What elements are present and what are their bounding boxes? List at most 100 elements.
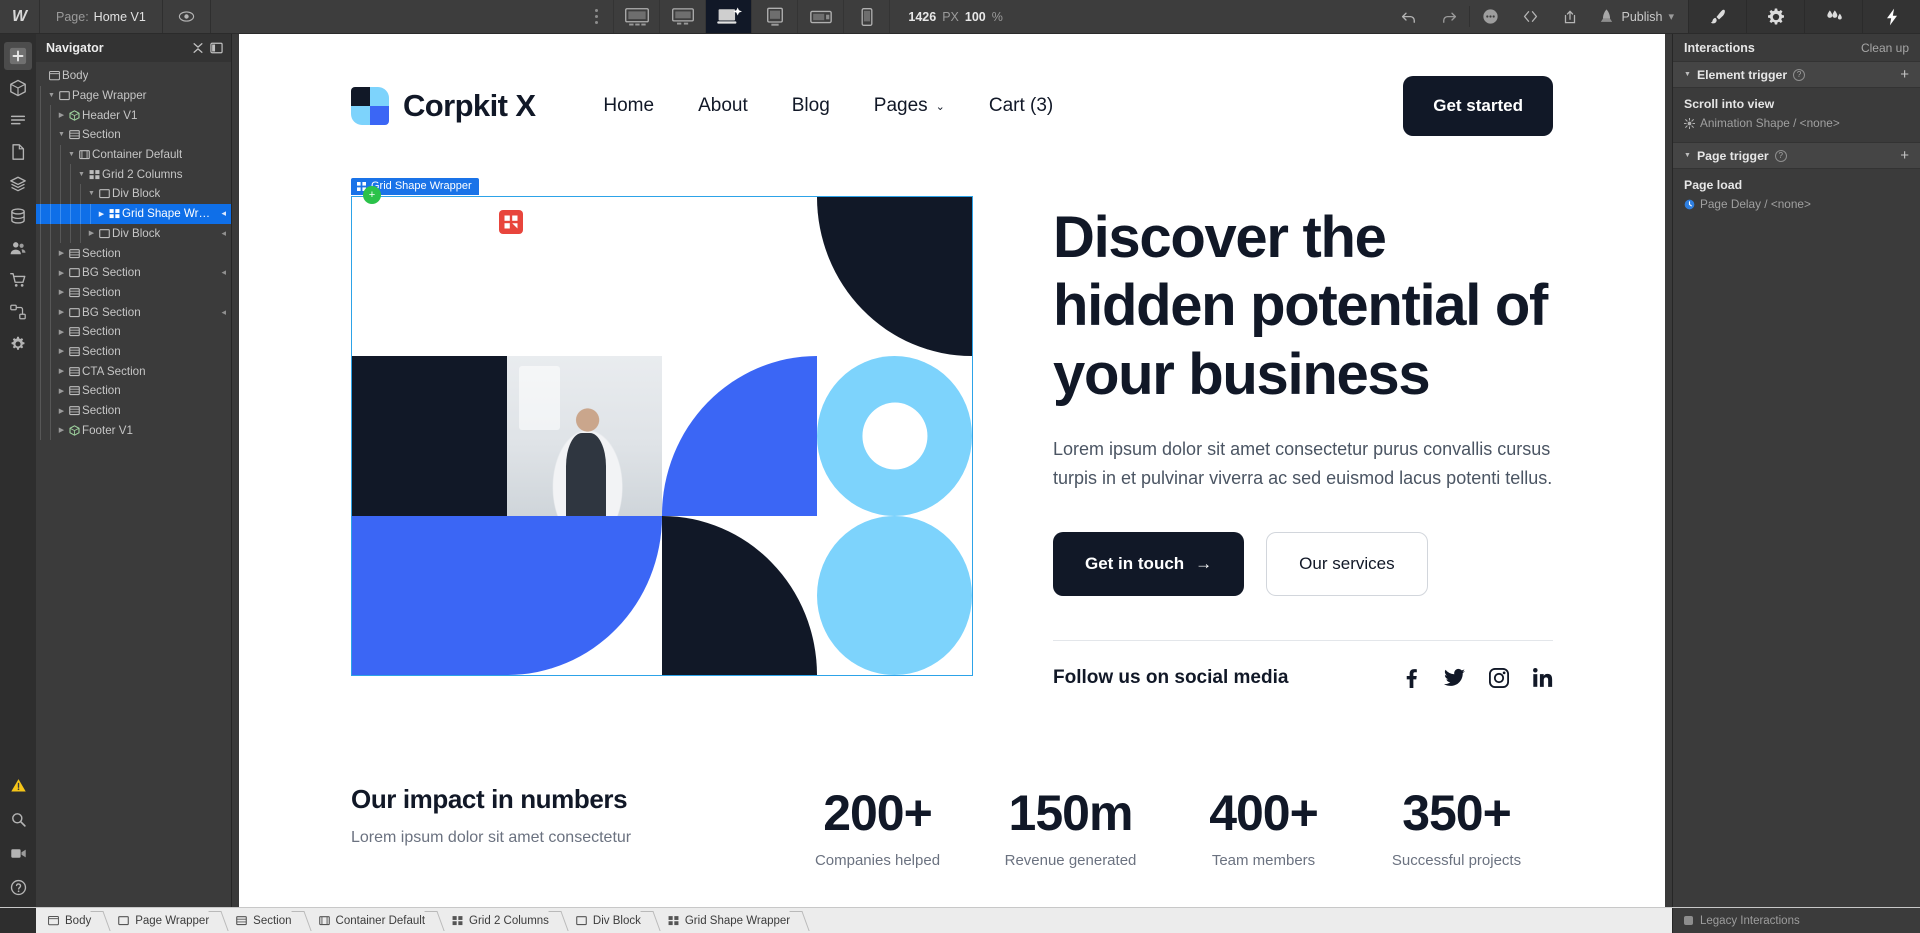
help-icon[interactable] — [4, 873, 32, 901]
components-icon[interactable] — [4, 74, 32, 102]
redo-button[interactable] — [1429, 0, 1469, 33]
navigator-tree-item[interactable]: ▶ BG Section ◂ — [36, 302, 231, 322]
navigator-tree-item[interactable]: ▼ Container Default — [36, 144, 231, 165]
share-button[interactable] — [1550, 0, 1590, 33]
users-icon[interactable] — [4, 234, 32, 262]
clean-up-button[interactable]: Clean up — [1861, 41, 1909, 55]
pages-icon[interactable] — [4, 138, 32, 166]
viewport-size-display[interactable]: 1426 PX 100 % — [889, 0, 1020, 33]
nav-link-about[interactable]: About — [698, 95, 748, 117]
element-trigger-item[interactable]: Scroll into view Animation Shape / <none… — [1673, 88, 1920, 142]
nav-link-blog[interactable]: Blog — [792, 95, 830, 117]
ecommerce-icon[interactable] — [4, 266, 32, 294]
navigator-tree-item[interactable]: ▶ Div Block ◂ — [36, 223, 231, 244]
page-trigger-section-header[interactable]: ▼ Page trigger ? + — [1673, 142, 1920, 169]
search-icon[interactable] — [4, 805, 32, 833]
question-icon[interactable]: ? — [1774, 149, 1787, 162]
device-desktop-main-button[interactable] — [705, 0, 752, 33]
video-tutorial-icon[interactable] — [4, 839, 32, 867]
navigator-tree-item[interactable]: Body — [36, 66, 231, 86]
tree-caret-icon[interactable]: ▶ — [56, 387, 67, 395]
device-desktop-xl-button[interactable] — [613, 0, 659, 33]
legacy-interactions-toggle[interactable]: Legacy Interactions — [1672, 908, 1920, 933]
page-indicator[interactable]: Page: Home V1 — [40, 0, 163, 33]
tree-caret-icon[interactable]: ▶ — [56, 407, 67, 415]
assets-icon[interactable] — [4, 170, 32, 198]
nav-link-home[interactable]: Home — [603, 95, 654, 117]
question-icon[interactable]: ? — [1793, 68, 1806, 81]
navigator-tree-item[interactable]: ▼ Div Block — [36, 184, 231, 204]
navigator-tree-item[interactable]: ▶ Grid Shape Wr… ◂ — [36, 203, 231, 224]
device-desktop-lg-button[interactable] — [659, 0, 705, 33]
interaction-badge-icon[interactable] — [499, 210, 523, 234]
tree-caret-icon[interactable]: ▶ — [56, 249, 67, 257]
tree-caret-icon[interactable]: ▼ — [76, 171, 87, 178]
code-export-button[interactable] — [1510, 0, 1550, 33]
tree-caret-icon[interactable]: ▼ — [66, 151, 77, 158]
instagram-icon[interactable] — [1489, 667, 1509, 688]
tree-caret-icon[interactable]: ▼ — [56, 131, 67, 138]
device-mobile-portrait-button[interactable] — [843, 0, 889, 33]
webflow-logo-icon[interactable]: W — [0, 0, 40, 33]
navigator-tree-item[interactable]: ▶ Section — [36, 282, 231, 303]
tree-caret-icon[interactable]: ▶ — [56, 288, 67, 296]
navigator-tree-item[interactable]: ▶ BG Section ◂ — [36, 262, 231, 283]
breadcrumb-item[interactable]: Div Block — [564, 908, 656, 933]
more-options-button[interactable] — [1470, 0, 1510, 33]
nav-link-cart[interactable]: Cart (3) — [989, 95, 1053, 117]
publish-button[interactable]: Publish ▾ — [1590, 0, 1688, 33]
navigator-tree-item[interactable]: ▶ Footer V1 — [36, 420, 231, 440]
tree-caret-icon[interactable]: ▶ — [56, 347, 67, 355]
device-mobile-landscape-button[interactable] — [797, 0, 843, 33]
navigator-tree-item[interactable]: ▶ Section — [36, 321, 231, 342]
interactions-panel-button[interactable] — [1804, 0, 1863, 33]
plus-icon[interactable]: + — [1900, 66, 1909, 83]
navigator-tree-item[interactable]: ▼ Page Wrapper — [36, 85, 231, 106]
add-element-badge-icon[interactable]: + — [363, 186, 381, 204]
preview-toggle-button[interactable] — [163, 0, 211, 33]
cms-icon[interactable] — [4, 202, 32, 230]
style-panel-button[interactable] — [1688, 0, 1747, 33]
app-settings-icon[interactable] — [4, 330, 32, 358]
breadcrumb-item[interactable]: Section — [224, 908, 306, 933]
add-element-icon[interactable] — [4, 42, 32, 70]
breadcrumb-item[interactable]: Body — [36, 908, 106, 933]
navigator-tree-item[interactable]: ▶ Section — [36, 243, 231, 263]
our-services-button[interactable]: Our services — [1266, 531, 1428, 596]
panel-layout-icon[interactable] — [210, 42, 223, 54]
tree-caret-icon[interactable]: ▶ — [96, 210, 107, 218]
twitter-icon[interactable] — [1444, 668, 1465, 687]
breadcrumb-item[interactable]: Grid Shape Wrapper — [656, 908, 805, 933]
navigator-tree-item[interactable]: ▶ Section — [36, 341, 231, 362]
element-trigger-section-header[interactable]: ▼ Element trigger ? + — [1673, 61, 1920, 88]
navigator-tree-item[interactable]: ▼ Section — [36, 125, 231, 145]
settings-panel-button[interactable] — [1746, 0, 1805, 33]
audit-warning-icon[interactable] — [4, 771, 32, 799]
breadcrumb-item[interactable]: Container Default — [307, 908, 441, 933]
logic-icon[interactable] — [4, 298, 32, 326]
navigator-tree-item[interactable]: ▼ Grid 2 Columns — [36, 164, 231, 184]
style-manager-icon[interactable] — [4, 106, 32, 134]
navigator-tree-item[interactable]: ▶ CTA Section — [36, 361, 231, 381]
get-in-touch-button[interactable]: Get in touch → — [1053, 531, 1245, 596]
navigator-tree-item[interactable]: ▶ Section — [36, 400, 231, 421]
get-started-button[interactable]: Get started — [1403, 76, 1553, 136]
facebook-icon[interactable] — [1402, 668, 1420, 688]
plus-icon[interactable]: + — [1900, 147, 1909, 164]
linkedin-icon[interactable] — [1533, 668, 1553, 687]
collapse-all-icon[interactable] — [192, 42, 204, 54]
tree-caret-icon[interactable]: ▶ — [86, 229, 97, 237]
breadcrumb-item[interactable]: Grid 2 Columns — [440, 908, 564, 933]
tree-caret-icon[interactable]: ▼ — [86, 190, 97, 197]
tree-caret-icon[interactable]: ▶ — [56, 426, 67, 434]
quick-actions-button[interactable] — [1862, 0, 1920, 33]
breadcrumb-item[interactable]: Page Wrapper — [106, 908, 224, 933]
nav-link-pages[interactable]: Pages ⌄ — [874, 95, 945, 117]
navigator-tree-item[interactable]: ▶ Section — [36, 381, 231, 401]
device-tablet-button[interactable] — [751, 0, 797, 33]
undo-button[interactable] — [1389, 0, 1429, 33]
tree-caret-icon[interactable]: ▶ — [56, 269, 67, 277]
navigator-tree-item[interactable]: ▶ Header V1 — [36, 105, 231, 125]
tree-caret-icon[interactable]: ▶ — [56, 367, 67, 375]
tree-caret-icon[interactable]: ▶ — [56, 328, 67, 336]
